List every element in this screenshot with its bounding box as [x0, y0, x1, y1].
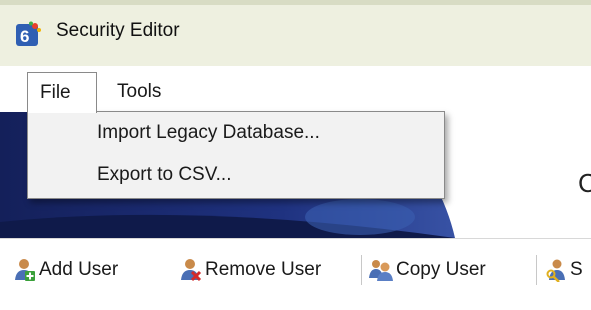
menu-tools[interactable]: Tools [117, 81, 161, 103]
toolbar-separator [536, 255, 537, 285]
app-logo-icon: 6 [16, 21, 41, 46]
menu-file[interactable]: File [27, 72, 97, 113]
copy-user-button[interactable]: Copy User [369, 256, 486, 284]
security-editor-window: 6 Security Editor File Tools C Import Le… [0, 0, 591, 310]
key-user-label: S [570, 259, 583, 280]
file-dropdown-menu: Import Legacy Database... Export to CSV.… [27, 111, 445, 199]
window-title: Security Editor [56, 20, 180, 41]
menu-bar: File Tools [0, 66, 591, 113]
svg-text:6: 6 [20, 27, 29, 46]
toolbar: Add User Remove User Copy User S [0, 239, 591, 310]
key-user-icon [546, 259, 565, 282]
add-user-button[interactable]: Add User [14, 256, 118, 284]
toolbar-separator [361, 255, 362, 285]
copy-user-icon [369, 260, 393, 281]
copy-user-label: Copy User [396, 259, 486, 280]
key-user-button[interactable]: S [545, 256, 583, 284]
menu-item-import-legacy-database[interactable]: Import Legacy Database... [29, 115, 443, 153]
remove-user-button[interactable]: Remove User [180, 256, 321, 284]
remove-user-icon [181, 259, 202, 282]
title-bar[interactable]: 6 Security Editor [0, 0, 591, 66]
menu-item-export-to-csv[interactable]: Export to CSV... [29, 157, 443, 195]
remove-user-label: Remove User [205, 259, 322, 280]
title-bar-top-strip [0, 0, 591, 5]
menu-file-label: File [40, 82, 71, 103]
menu-item-label: Export to CSV... [97, 164, 232, 185]
banner-title-partial: C [578, 168, 591, 198]
add-user-icon [15, 259, 35, 281]
add-user-label: Add User [39, 259, 119, 280]
menu-item-label: Import Legacy Database... [97, 122, 320, 143]
